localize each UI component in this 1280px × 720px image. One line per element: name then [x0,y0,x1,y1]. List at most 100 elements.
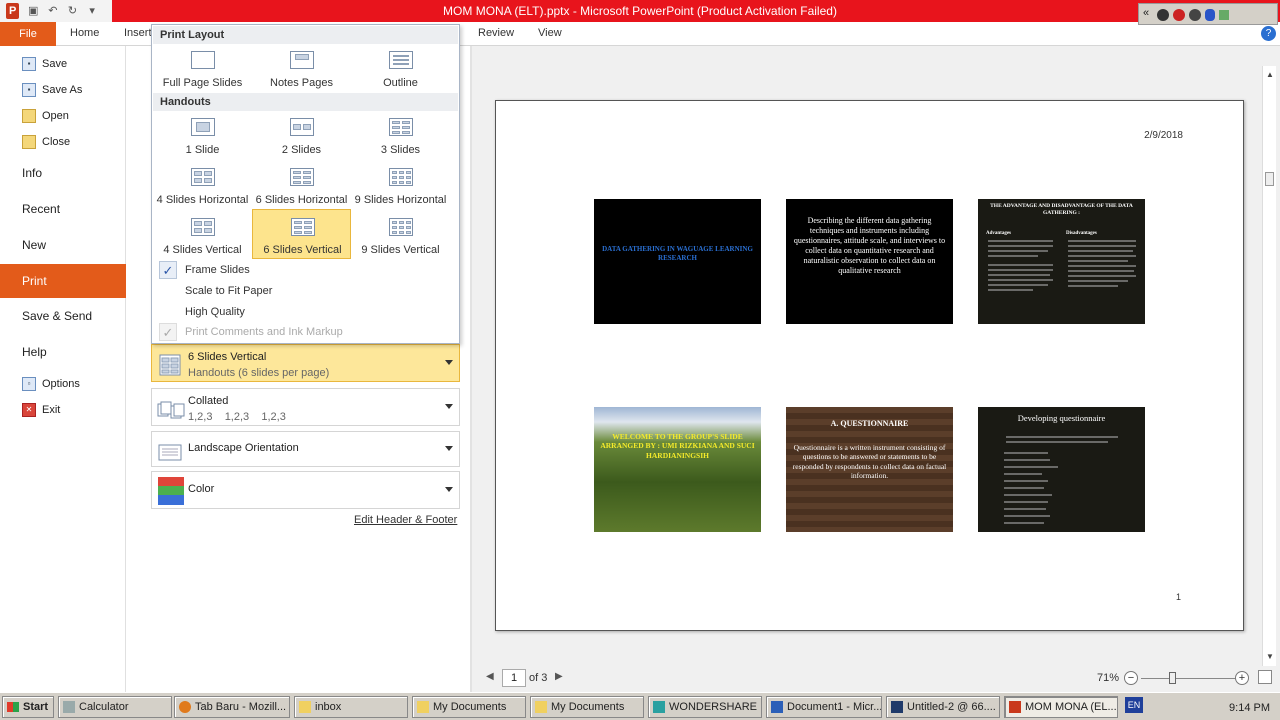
folder-icon [299,701,311,713]
folder-icon [535,701,547,713]
backstage-exit[interactable]: ✕ Exit [0,402,126,418]
zoom-out-button[interactable]: − [1124,671,1138,685]
taskbar-item-my-documents-1[interactable]: My Documents [412,696,526,718]
zoom-to-page-icon[interactable] [1258,670,1272,684]
option-3-slides[interactable]: 3 Slides [351,112,450,160]
backstage-info[interactable]: Info [0,164,126,182]
preview-vertical-scrollbar[interactable]: ▲ ▼ [1262,66,1276,666]
option-full-page-slides[interactable]: Full Page Slides [153,45,252,93]
zoom-slider-thumb[interactable] [1169,672,1177,684]
four-slides-horizontal-icon [191,168,215,186]
preview-navigation-bar [472,666,1280,692]
scale-to-fit-checkbox[interactable]: Scale to Fit Paper [159,281,459,301]
chevron-down-icon [445,446,453,451]
tab-home[interactable]: Home [70,27,99,39]
scroll-down-icon[interactable]: ▼ [1265,652,1275,661]
option-4-slides-vertical[interactable]: 4 Slides Vertical [153,212,252,260]
backstage-help[interactable]: Help [0,343,126,361]
option-label: Full Page Slides [162,77,243,89]
window-title: MOM MONA (ELT).pptx - Microsoft PowerPoi… [443,4,837,18]
six-slides-horizontal-icon [290,168,314,186]
start-button[interactable]: Start [2,696,54,718]
option-1-slide[interactable]: 1 Slide [153,112,252,160]
bluetooth-icon[interactable] [1205,9,1215,21]
scroll-thumb[interactable] [1265,172,1274,186]
page-number-input[interactable]: 1 [502,669,526,687]
zoom-level[interactable]: 71% [1097,672,1119,684]
backstage-close[interactable]: Close [0,134,126,150]
option-6-slides-vertical[interactable]: 6 Slides Vertical [252,209,351,259]
backstage-open-label: Open [42,110,69,122]
option-4-slides-horizontal[interactable]: 4 Slides Horizontal [153,162,252,210]
taskbar-item-powerpoint[interactable]: MOM MONA (EL... [1004,696,1118,718]
collate-dropdown[interactable]: Collated 1,2,3 1,2,3 1,2,3 [151,388,460,426]
backstage-save-label: Save [42,58,68,70]
taskbar-item-inbox[interactable]: inbox [294,696,408,718]
option-2-slides[interactable]: 2 Slides [252,112,351,160]
tray-media-icon[interactable] [1189,9,1201,21]
tray-expand-icon[interactable]: « [1143,7,1149,19]
backstage-options[interactable]: ▫ Options [0,376,126,392]
backstage-save-send[interactable]: Save & Send [0,307,126,325]
option-label: 9 Slides Vertical [361,244,440,256]
backstage-save-as[interactable]: ▪ Save As [0,82,126,98]
backstage-open[interactable]: Open [0,108,126,124]
slide-3-body-lines [988,240,1136,291]
tray-app-icon[interactable] [1157,9,1169,21]
backstage-new[interactable]: New [0,236,126,254]
scale-to-fit-label: Scale to Fit Paper [185,285,273,297]
taskbar-label: My Documents [433,701,507,713]
option-9-slides-horizontal[interactable]: 9 Slides Horizontal [351,162,450,210]
save-icon: ▪ [22,57,36,71]
handouts-header: Handouts [153,93,458,111]
preview-page: 2/9/2018 1 DATA GATHERING IN WAGUAGE LEA… [495,100,1244,631]
taskbar-item-photoshop[interactable]: Untitled-2 @ 66.... [886,696,1000,718]
option-outline[interactable]: Outline [351,45,450,93]
tray-antivirus-icon[interactable] [1173,9,1185,21]
scroll-up-icon[interactable]: ▲ [1265,70,1275,79]
folder-close-icon [22,135,36,149]
page-count: of 3 [529,672,548,684]
taskbar-label: Untitled-2 @ 66.... [907,701,996,713]
photoshop-icon [891,701,903,713]
slide-1-text: DATA GATHERING IN WAGUAGE LEARNING RESEA… [602,245,753,262]
slide-2-text: Describing the different data gathering … [793,216,946,275]
option-notes-pages[interactable]: Notes Pages [252,45,351,93]
taskbar-item-word[interactable]: Document1 - Micr... [766,696,882,718]
taskbar-item-firefox[interactable]: Tab Baru - Mozill... [174,696,290,718]
taskbar-label: WONDERSHARE ... [669,701,762,713]
taskbar-item-wondershare[interactable]: WONDERSHARE ... [648,696,762,718]
zoom-in-button[interactable]: + [1235,671,1249,685]
tab-insert[interactable]: Insert [124,27,152,39]
checkbox-empty-icon [159,303,177,321]
handout-layout-icon [157,352,183,378]
frame-slides-checkbox[interactable]: ✓ Frame Slides [159,260,459,280]
color-dropdown[interactable]: Color [151,471,460,509]
orientation-dropdown[interactable]: Landscape Orientation [151,431,460,467]
volume-icon[interactable] [1219,10,1229,20]
previous-page-icon[interactable]: ◀ [486,671,494,682]
backstage-recent[interactable]: Recent [0,200,126,218]
notes-pages-icon [290,51,314,69]
taskbar-label: My Documents [551,701,625,713]
zoom-slider[interactable] [1141,678,1236,679]
tab-review[interactable]: Review [478,27,514,39]
taskbar-item-calculator[interactable]: Calculator [58,696,172,718]
full-page-slides-icon [191,51,215,69]
tab-view[interactable]: View [538,27,562,39]
option-9-slides-vertical[interactable]: 9 Slides Vertical [351,212,450,260]
language-indicator[interactable]: EN [1125,697,1143,713]
backstage-exit-label: Exit [42,404,61,416]
layout-dropdown[interactable]: 6 Slides Vertical Handouts (6 slides per… [151,344,460,382]
options-icon: ▫ [22,377,36,391]
backstage-save[interactable]: ▪ Save [0,56,126,72]
option-6-slides-horizontal[interactable]: 6 Slides Horizontal [252,162,351,210]
backstage-print[interactable]: Print [0,264,134,298]
next-page-icon[interactable]: ▶ [555,671,563,682]
taskbar-item-my-documents-2[interactable]: My Documents [530,696,644,718]
help-icon[interactable]: ? [1261,26,1276,41]
edit-header-footer-link[interactable]: Edit Header & Footer [354,514,457,526]
tab-file[interactable]: File [0,22,56,46]
orientation-title: Landscape Orientation [188,442,299,454]
high-quality-checkbox[interactable]: High Quality [159,302,459,322]
